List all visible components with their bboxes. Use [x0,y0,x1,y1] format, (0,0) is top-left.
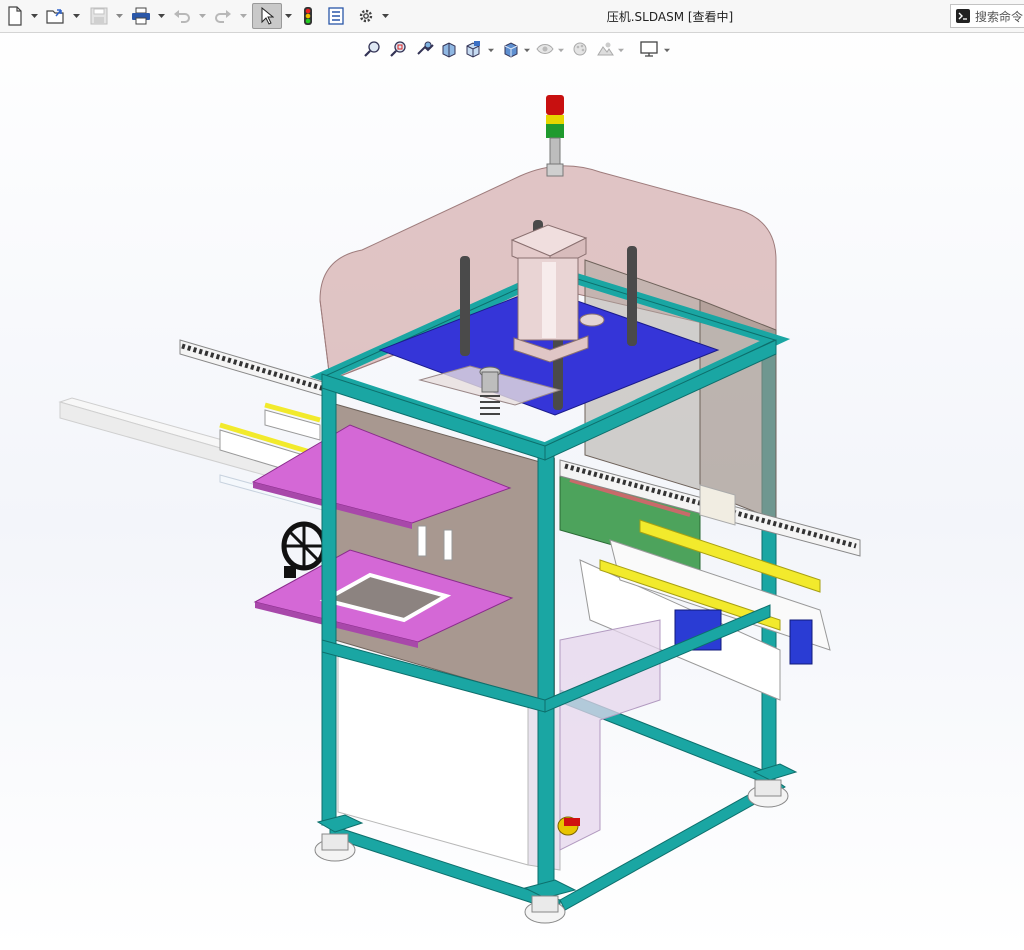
chevron-down-icon[interactable] [158,12,165,19]
search-commands-field[interactable]: 搜索命令 [950,4,1024,28]
title-toolbar: 压机.SLDASM [查看中] 搜索命令 [0,0,1024,33]
chevron-down-icon[interactable] [31,12,38,19]
select-cursor-icon[interactable] [252,3,282,29]
print-icon[interactable] [129,3,153,29]
file-properties-icon[interactable] [325,3,347,29]
terminal-icon [956,9,970,23]
chevron-down-icon[interactable] [73,12,80,19]
gear-icon[interactable] [354,3,378,29]
solidworks-window: 压机.SLDASM [查看中] 搜索命令 [0,0,1024,950]
document-title: 压机.SLDASM [查看中] [606,10,734,24]
rebuild-traffic-light-icon[interactable] [298,3,318,29]
signal-tower-light [546,95,564,177]
chevron-down-icon[interactable] [382,12,389,19]
chevron-down-icon[interactable] [240,12,247,19]
chevron-down-icon[interactable] [285,12,292,19]
open-folder-icon[interactable] [44,3,68,29]
undo-icon[interactable] [171,3,193,29]
redo-icon[interactable] [212,3,234,29]
chevron-down-icon[interactable] [199,12,206,19]
search-label: 搜索命令 [975,9,1024,24]
chevron-down-icon[interactable] [116,12,123,19]
new-document-icon[interactable] [4,3,26,29]
gear-rack-left [179,339,331,399]
save-icon[interactable] [87,3,111,29]
graphics-area[interactable] [0,33,1024,950]
press-machine-model [58,95,861,924]
